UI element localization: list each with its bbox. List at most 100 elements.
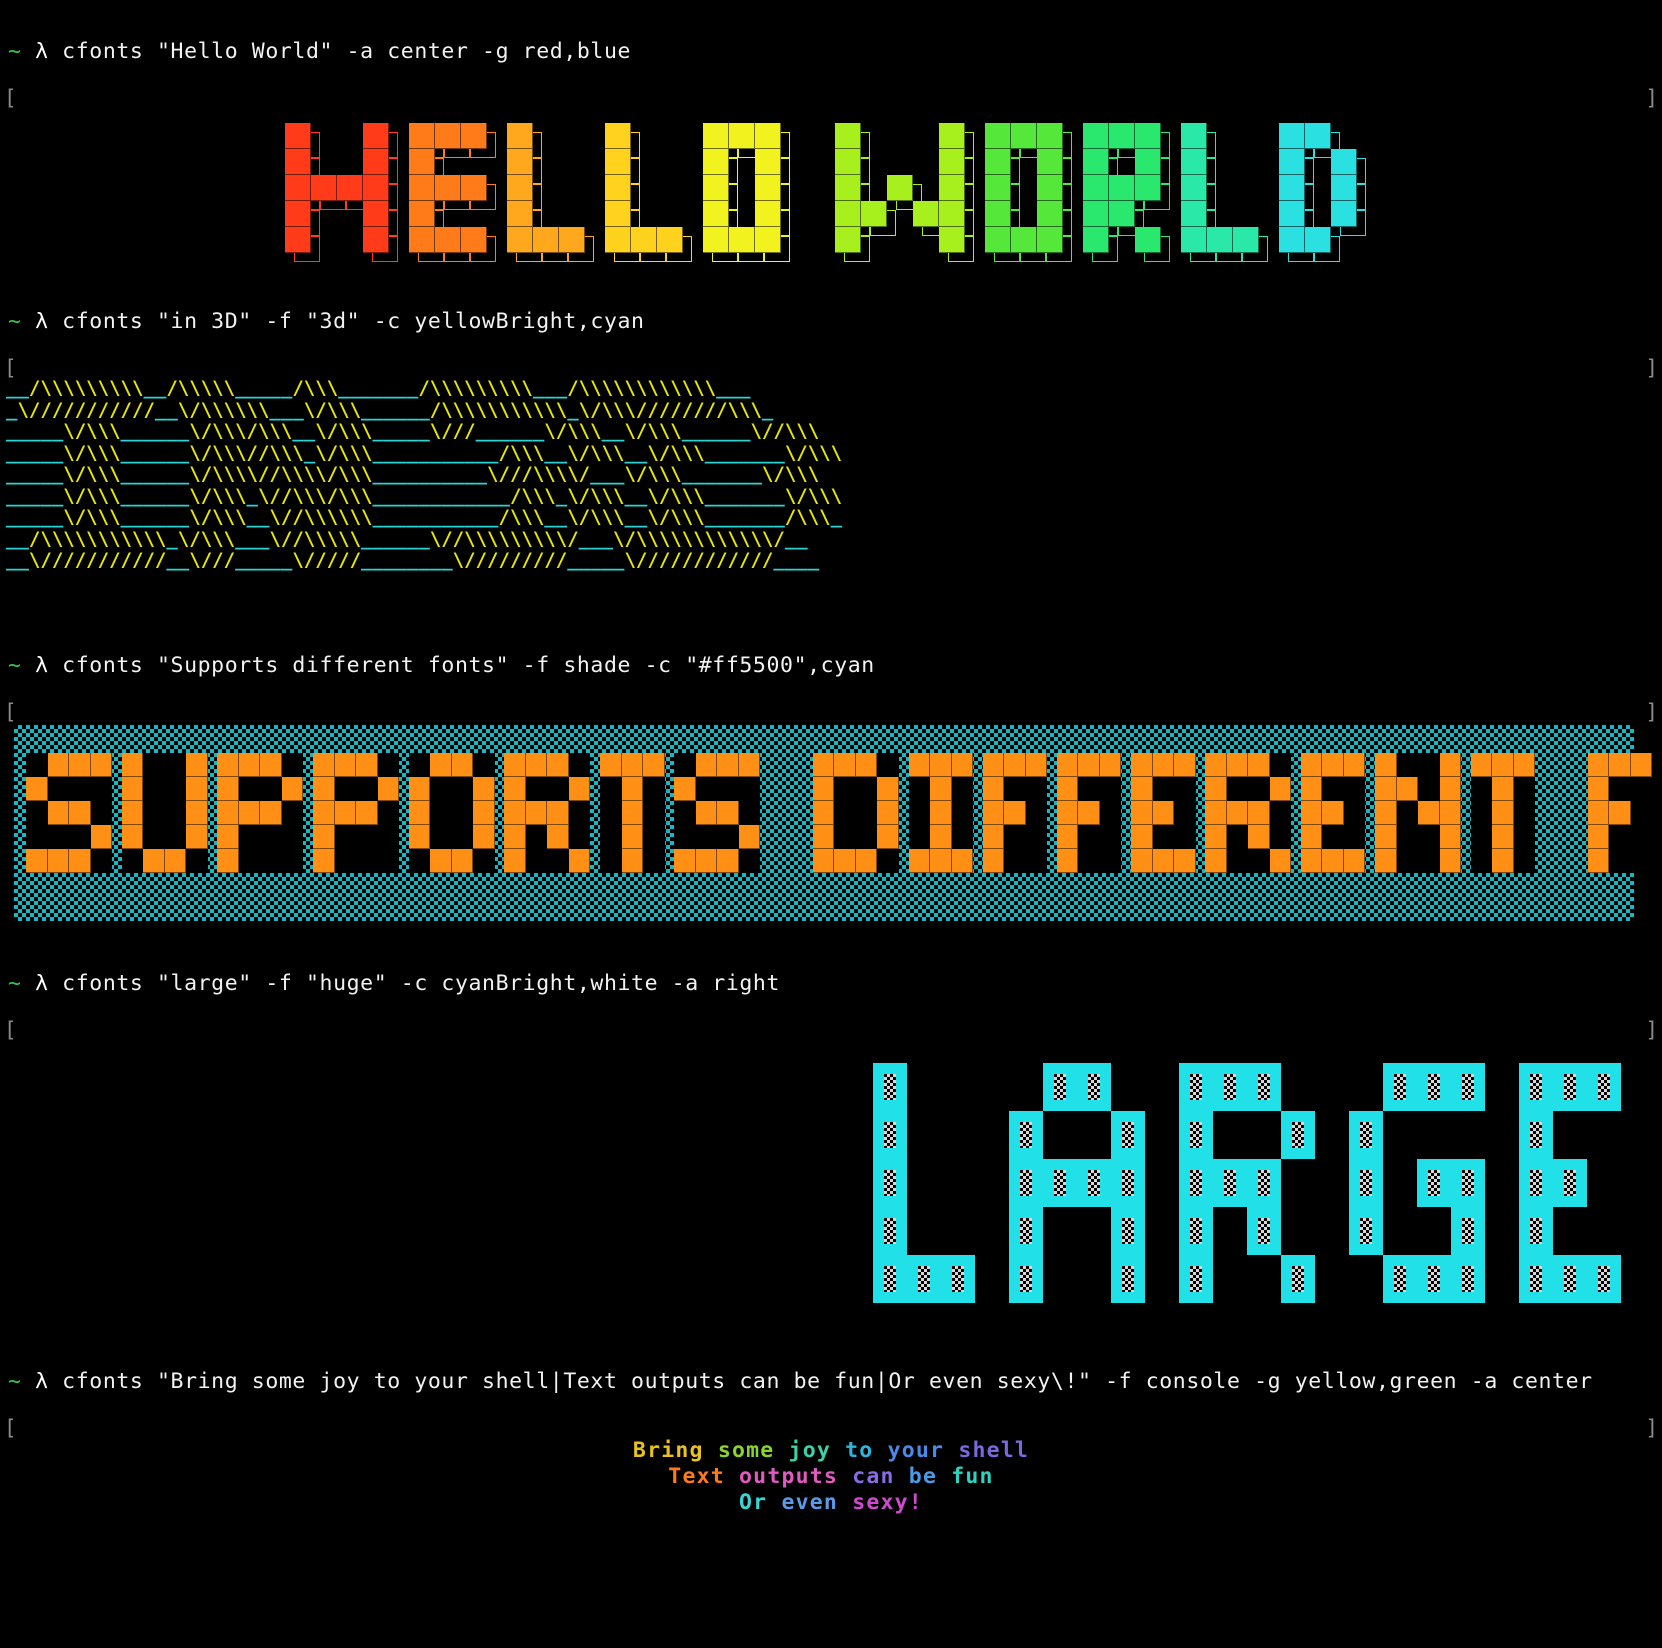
bracket-open: [	[4, 356, 17, 380]
ascii-line: __\///////////__\///_____\/////________\…	[6, 549, 820, 571]
shade-glyph	[674, 753, 770, 873]
shade-glyph	[770, 753, 813, 873]
shade-glyph	[504, 753, 600, 873]
console-word: your	[887, 1438, 945, 1463]
block-glyph	[1181, 123, 1269, 267]
block-glyph	[1083, 123, 1171, 267]
ascii-line: _____\/\\\______\/\\\__\//\\\\\\________…	[6, 506, 843, 528]
shade-glyph	[1545, 753, 1588, 873]
block-glyph	[507, 123, 595, 267]
command-line-in-3d[interactable]: ~ λ cfonts "in 3D" -f "3d" -c yellowBrig…	[8, 308, 645, 336]
prompt-lambda: λ	[35, 39, 49, 64]
shade-glyph	[1587, 753, 1662, 873]
bracket-open: [	[4, 86, 17, 110]
ascii-line: _____\/\\\______\/\\\\//\\\\/\\\________…	[6, 463, 820, 485]
console-output-line: Bring some joy to your shell	[0, 1438, 1662, 1464]
huge-font-large	[0, 1048, 1655, 1303]
command-text: cfonts "Bring some joy to your shell|Tex…	[48, 1369, 1593, 1394]
console-word: some	[717, 1438, 775, 1463]
shade-glyph	[1470, 753, 1545, 873]
shade-glyph	[313, 753, 409, 873]
block-font-hello-world	[0, 108, 1662, 267]
shade-glyph	[408, 753, 505, 873]
ascii-line: __/\\\\\\\\\__/\\\\\_____/\\\_______/\\\…	[6, 377, 751, 399]
huge-glyph	[1349, 1063, 1503, 1303]
bracket-close: ]	[1645, 86, 1658, 110]
ascii-line: _____\/\\\______\/\\\_\//\\\/\\\________…	[6, 484, 843, 507]
shade-font-supports-different-fonts	[14, 725, 1653, 921]
console-output-line: Or even sexy!	[0, 1490, 1662, 1516]
shade-glyph	[1131, 753, 1205, 873]
bracket-close: ]	[1645, 700, 1658, 724]
output-bracket-row-4: [ ]	[4, 1018, 1658, 1042]
prompt-lambda: λ	[35, 1369, 49, 1394]
block-glyph	[835, 123, 975, 267]
prompt-tilde: ~	[8, 653, 22, 678]
shade-glyph	[217, 753, 313, 873]
console-word: Bring	[632, 1438, 704, 1463]
output-bracket-row-3: [ ]	[4, 700, 1658, 724]
prompt-lambda: λ	[35, 309, 49, 334]
shade-glyph	[1375, 753, 1471, 873]
huge-glyph	[1179, 1063, 1333, 1303]
console-word: be	[908, 1464, 938, 1489]
prompt-lambda: λ	[35, 653, 49, 678]
command-line-supports-different-fonts[interactable]: ~ λ cfonts "Supports different fonts" -f…	[8, 652, 875, 680]
huge-glyph	[1009, 1063, 1163, 1303]
bracket-open: [	[4, 1018, 17, 1042]
command-text: cfonts "Supports different fonts" -f sha…	[48, 653, 875, 678]
console-word: Or	[739, 1490, 768, 1515]
command-text: cfonts "in 3D" -f "3d" -c yellowBright,c…	[48, 309, 645, 334]
output-bracket-row-5: [ ]	[4, 1416, 1658, 1440]
shade-glyph	[26, 753, 122, 873]
ascii-line: _____\/\\\______\/\\\//\\\_\/\\\________…	[6, 441, 843, 464]
output-bracket-row-2: [ ]	[4, 356, 1658, 380]
bracket-close: ]	[1645, 356, 1658, 380]
shade-glyph	[812, 753, 909, 873]
block-glyph	[605, 123, 693, 267]
shade-glyph	[1056, 753, 1131, 873]
shade-glyph	[982, 753, 1057, 873]
huge-glyph	[1519, 1063, 1639, 1303]
block-glyph	[1279, 123, 1367, 267]
command-line-hello-world[interactable]: ~ λ cfonts "Hello World" -a center -g re…	[8, 38, 631, 66]
console-font-output: Bring some joy to your shell Text outputs…	[0, 1438, 1662, 1516]
block-glyph	[985, 123, 1073, 267]
console-output-line: Text outputs can be fun	[0, 1464, 1662, 1490]
bracket-open: [	[4, 700, 17, 724]
console-word: shell	[958, 1438, 1030, 1463]
command-line-bring-some-joy[interactable]: ~ λ cfonts "Bring some joy to your shell…	[8, 1368, 1593, 1396]
ascii-line: _\///////////__\/\\\\\\___\/\\\______/\\…	[6, 398, 774, 421]
prompt-tilde: ~	[8, 309, 22, 334]
console-word: to	[845, 1438, 874, 1463]
shade-glyph	[1205, 753, 1301, 873]
bracket-open: [	[4, 1416, 17, 1440]
command-text: cfonts "Hello World" -a center -g red,bl…	[48, 39, 632, 64]
huge-glyph	[873, 1063, 993, 1303]
console-word: even	[781, 1490, 839, 1515]
ascii-line: __/\\\\\\\\\\\_\/\\\___\//\\\\\______\//…	[6, 527, 808, 550]
console-word: outputs	[739, 1464, 839, 1489]
command-line-large[interactable]: ~ λ cfonts "large" -f "huge" -c cyanBrig…	[8, 970, 780, 998]
ascii-art-in-3d: __/\\\\\\\\\__/\\\\\_____/\\\_______/\\\…	[6, 377, 843, 572]
shade-glyph	[600, 753, 674, 873]
bracket-close: ]	[1645, 1018, 1658, 1042]
block-glyph	[285, 123, 399, 267]
prompt-tilde: ~	[8, 971, 22, 996]
prompt-tilde: ~	[8, 1369, 22, 1394]
console-word: Text	[668, 1464, 725, 1489]
ascii-line: _____\/\\\______\/\\\/\\\__\/\\\_____\//…	[6, 420, 820, 442]
output-bracket-row-1: [ ]	[4, 86, 1658, 110]
console-word: can	[852, 1464, 895, 1489]
command-text: cfonts "large" -f "huge" -c cyanBright,w…	[48, 971, 781, 996]
shade-glyph	[121, 753, 218, 873]
console-word: sexy!	[852, 1490, 923, 1515]
block-glyph	[801, 123, 835, 267]
prompt-tilde: ~	[8, 39, 22, 64]
terminal-window: ~ λ cfonts "Hello World" -a center -g re…	[0, 0, 1662, 1648]
block-glyph	[409, 123, 497, 267]
console-word: joy	[788, 1438, 831, 1463]
prompt-lambda: λ	[35, 971, 49, 996]
block-glyph	[703, 123, 791, 267]
bracket-close: ]	[1645, 1416, 1658, 1440]
